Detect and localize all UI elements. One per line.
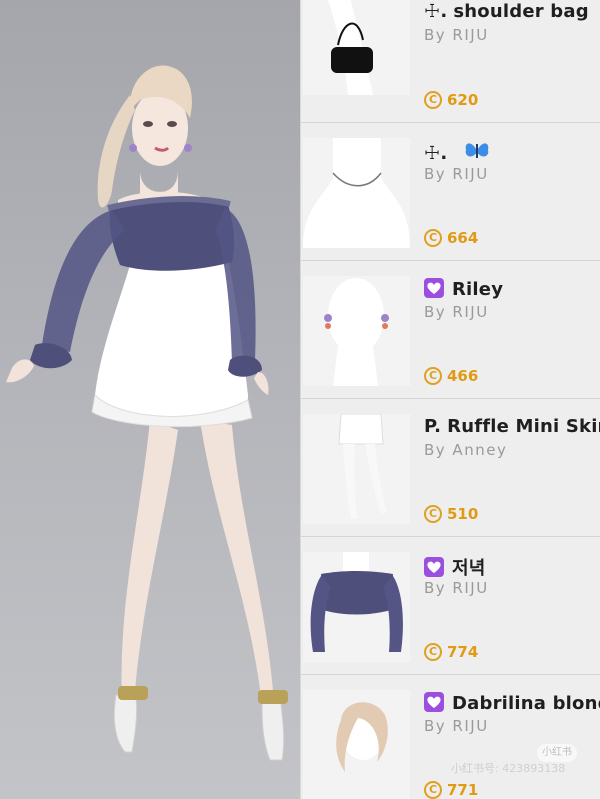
list-item[interactable]: ☩. shoulder bag By RIJU C 620 [301, 0, 600, 123]
list-item[interactable]: 저녁 By RIJU C 774 [301, 537, 600, 675]
avatar-preview[interactable] [0, 0, 300, 799]
item-creator[interactable]: By RIJU [424, 717, 489, 735]
item-price: C 774 [424, 643, 478, 661]
coin-icon: C [424, 505, 442, 523]
purple-heart-icon [424, 692, 444, 712]
item-creator[interactable]: By RIJU [424, 303, 489, 321]
watermark-text: 小红书号: 423893138 [451, 762, 566, 775]
list-item[interactable]: P. Ruffle Mini Skirt By Anney C 510 [301, 399, 600, 537]
item-title[interactable]: P. Ruffle Mini Skirt [424, 416, 600, 437]
item-title[interactable]: Dabrilina blond [424, 692, 600, 714]
item-title[interactable]: 저녁 [424, 554, 486, 580]
item-title[interactable]: ☩. [424, 140, 490, 167]
shoulder-bag-thumbnail [303, 0, 410, 95]
avatar-figure [6, 65, 288, 761]
necklace-thumbnail [303, 138, 410, 248]
butterfly-icon [464, 140, 490, 167]
coin-icon: C [424, 229, 442, 247]
item-list[interactable]: ☩. shoulder bag By RIJU C 620 ☩. By RIJU… [300, 0, 600, 799]
item-title[interactable]: ☩. shoulder bag [424, 1, 589, 22]
item-creator[interactable]: By Anney [424, 441, 507, 459]
item-creator[interactable]: By RIJU [424, 165, 489, 183]
list-item[interactable]: Riley By RIJU C 466 [301, 261, 600, 399]
item-creator[interactable]: By RIJU [424, 26, 489, 44]
earrings-thumbnail [303, 276, 410, 386]
off-shoulder-top-thumbnail [303, 552, 410, 662]
coin-icon: C [424, 643, 442, 661]
item-price: C 510 [424, 505, 478, 523]
purple-heart-icon [424, 278, 444, 298]
item-price: C 771 [424, 781, 478, 799]
coin-icon: C [424, 781, 442, 799]
list-item[interactable]: Dabrilina blond By RIJU C 771 [301, 675, 600, 799]
blonde-hair-thumbnail [303, 690, 410, 799]
list-item[interactable]: ☩. By RIJU C 664 [301, 123, 600, 261]
purple-heart-icon [424, 557, 444, 577]
coin-icon: C [424, 91, 442, 109]
coin-icon: C [424, 367, 442, 385]
skirt-thumbnail [303, 414, 410, 524]
item-price: C 664 [424, 229, 478, 247]
item-price: C 466 [424, 367, 478, 385]
item-creator[interactable]: By RIJU [424, 579, 489, 597]
item-title[interactable]: Riley [424, 278, 503, 300]
item-price: C 620 [424, 91, 478, 109]
